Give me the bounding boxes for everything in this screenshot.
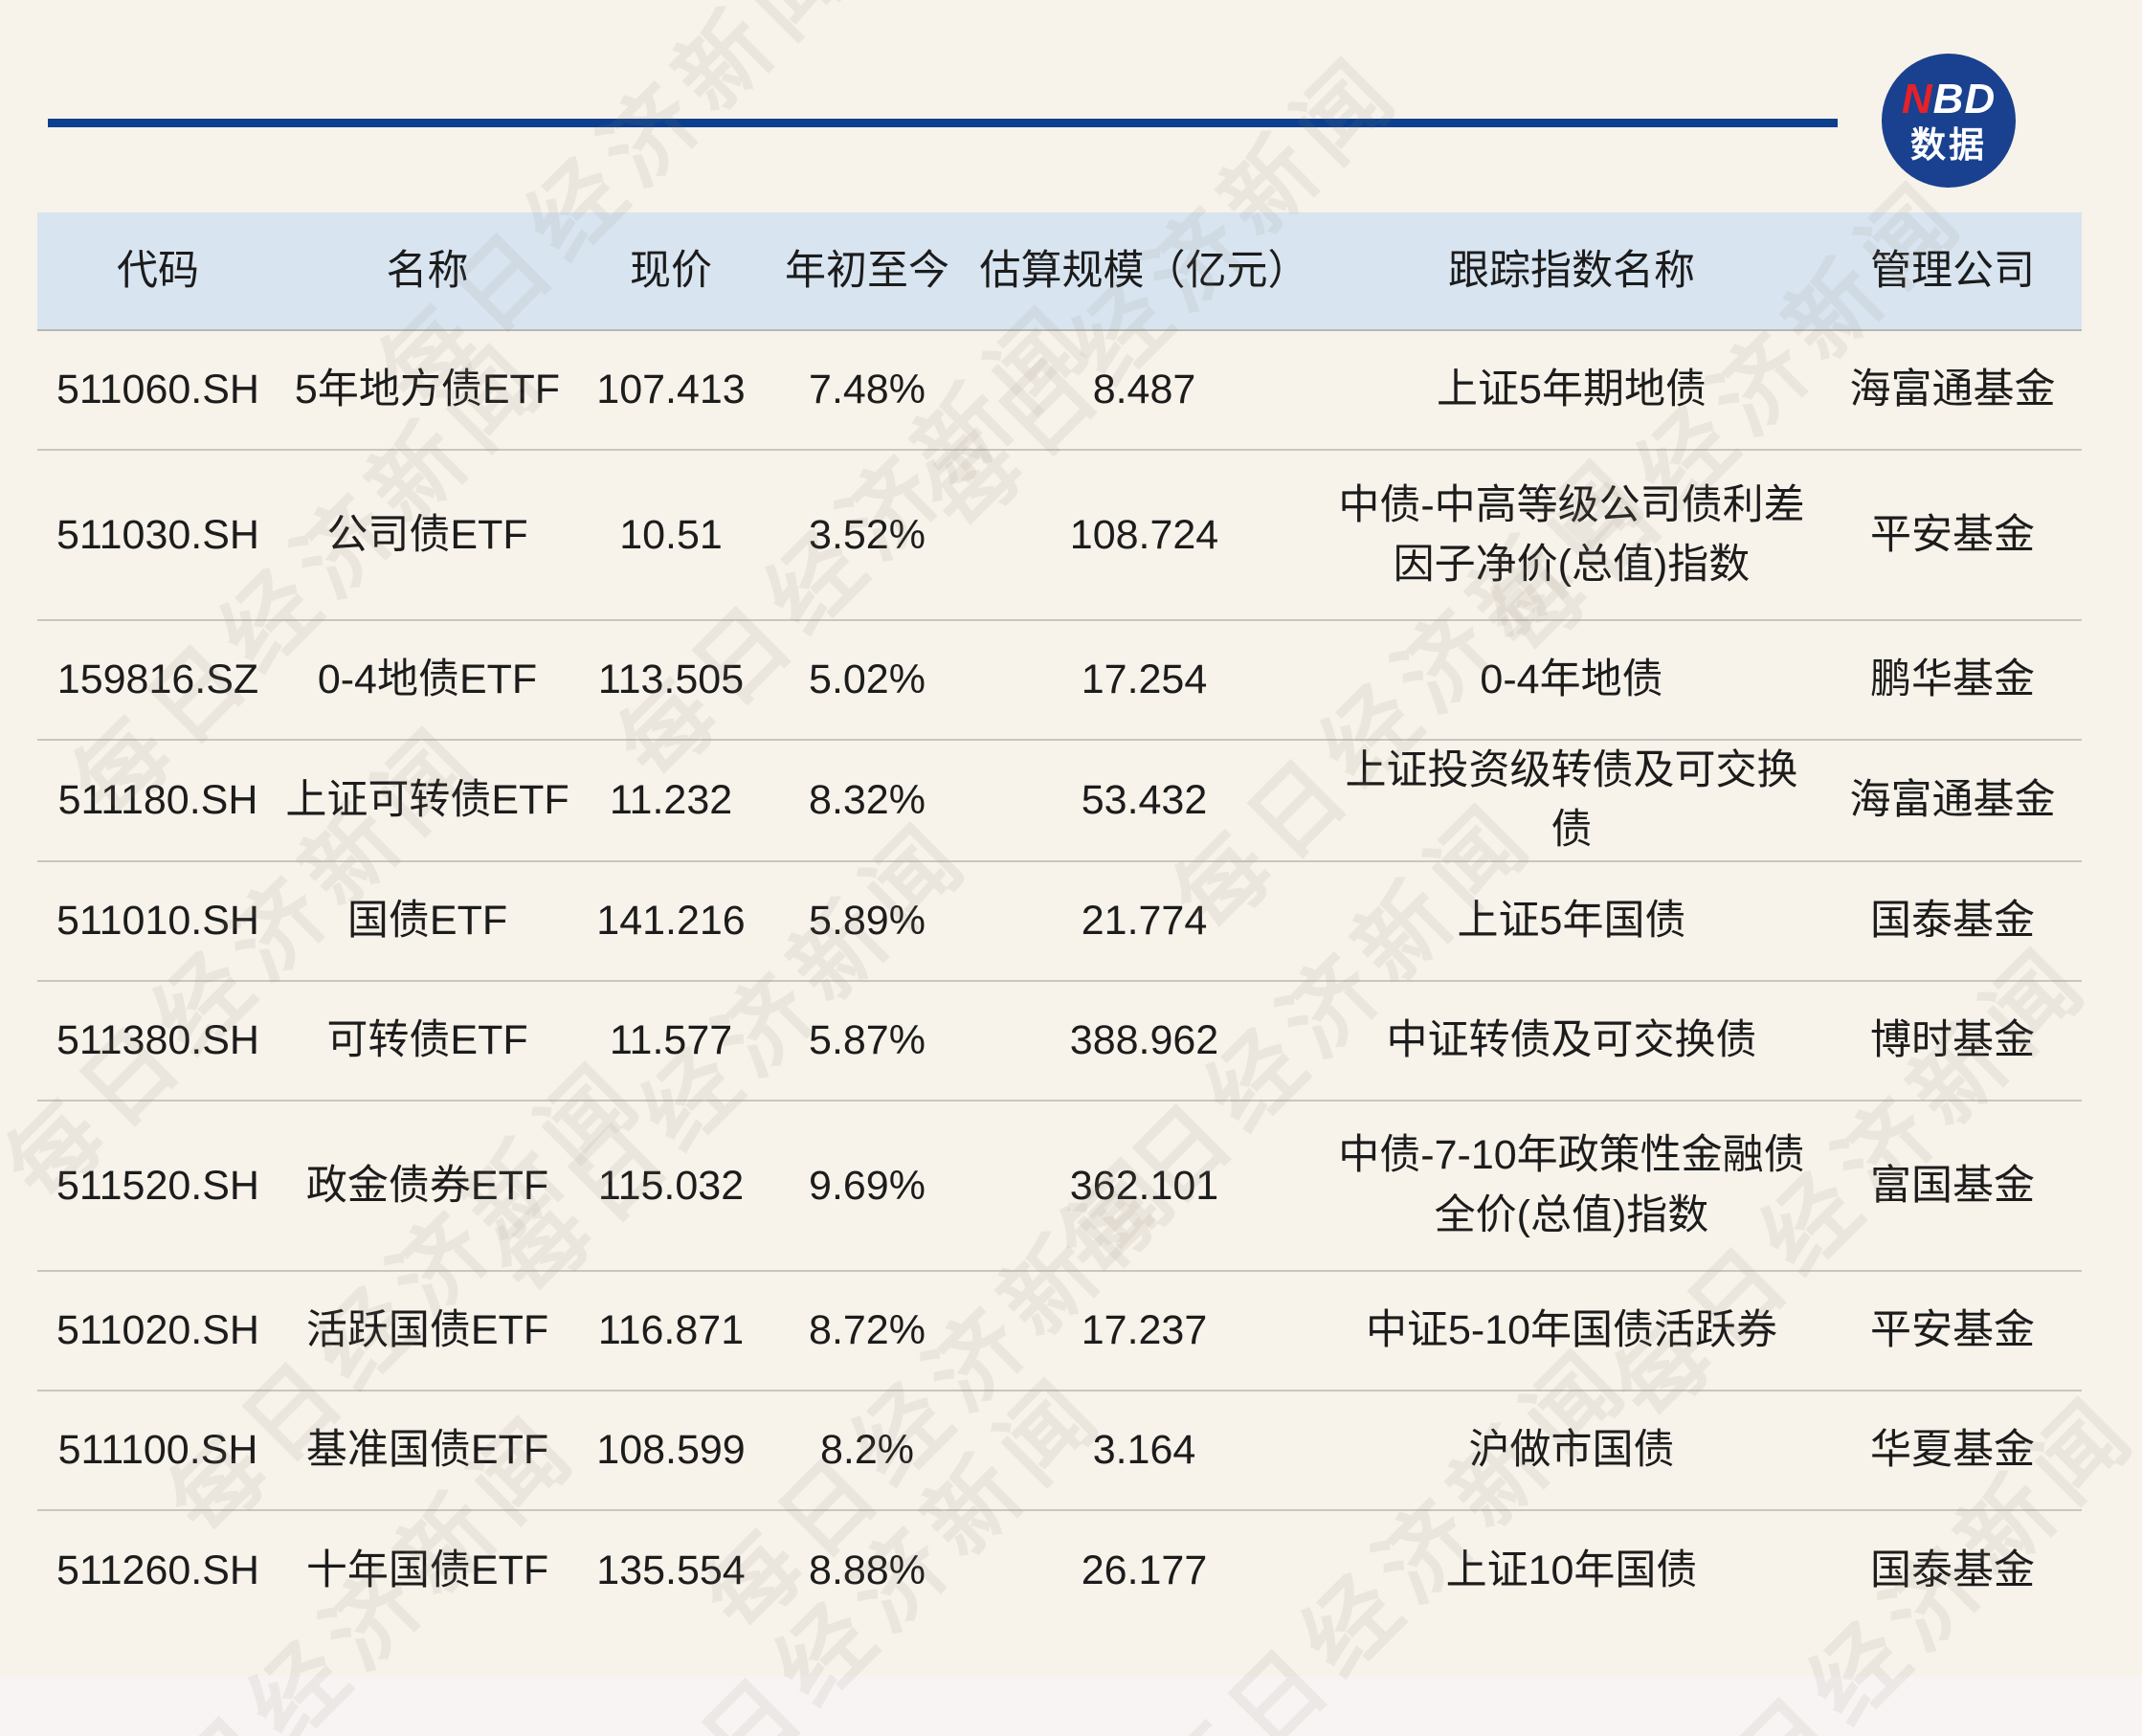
cell-code: 159816.SZ [37,620,279,740]
cell-company: 海富通基金 [1823,740,2082,861]
cell-price: 115.032 [576,1101,766,1271]
col-header-scale: 估算规模（亿元） [969,212,1320,330]
cell-name: 活跃国债ETF [279,1271,576,1391]
cell-company: 博时基金 [1823,981,2082,1101]
cell-index: 中债-7-10年政策性金融债 全价(总值)指数 [1320,1101,1823,1271]
logo-caption: 数据 [1910,127,1987,163]
cell-price: 116.871 [576,1271,766,1391]
col-header-index: 跟踪指数名称 [1320,212,1823,330]
cell-index: 沪做市国债 [1320,1391,1823,1510]
table-row: 511010.SH 国债ETF 141.216 5.89% 21.774 上证5… [37,861,2082,981]
cell-index: 中证转债及可交换债 [1320,981,1823,1101]
cell-scale: 21.774 [969,861,1320,981]
cell-code: 511060.SH [37,330,279,450]
cell-ytd: 8.88% [766,1510,969,1630]
cell-ytd: 5.87% [766,981,969,1101]
cell-index: 上证投资级转债及可交换债 [1320,740,1823,861]
cell-name: 0-4地债ETF [279,620,576,740]
cell-price: 11.232 [576,740,766,861]
cell-company: 鹏华基金 [1823,620,2082,740]
col-header-company: 管理公司 [1823,212,2082,330]
cell-company: 华夏基金 [1823,1391,2082,1510]
table-row: 511520.SH 政金债券ETF 115.032 9.69% 362.101 … [37,1101,2082,1271]
cell-index: 上证10年国债 [1320,1510,1823,1630]
logo-letter-n: N [1902,76,1933,122]
logo-nbd-text: NBD [1902,78,1996,121]
cell-code: 511020.SH [37,1271,279,1391]
cell-scale: 8.487 [969,330,1320,450]
col-header-name: 名称 [279,212,576,330]
logo-letters-bd: BD [1933,76,1997,122]
cell-price: 11.577 [576,981,766,1101]
cell-name: 国债ETF [279,861,576,981]
cell-code: 511180.SH [37,740,279,861]
cell-ytd: 8.32% [766,740,969,861]
cell-company: 海富通基金 [1823,330,2082,450]
cell-code: 511380.SH [37,981,279,1101]
cell-scale: 17.237 [969,1271,1320,1391]
nbd-logo: NBD 数据 [1882,54,2016,188]
cell-company: 国泰基金 [1823,1510,2082,1630]
cell-price: 108.599 [576,1391,766,1510]
cell-name: 可转债ETF [279,981,576,1101]
table-row: 511100.SH 基准国债ETF 108.599 8.2% 3.164 沪做市… [37,1391,2082,1510]
cell-index: 上证5年期地债 [1320,330,1823,450]
cell-code: 511010.SH [37,861,279,981]
table-header-row: 代码 名称 现价 年初至今 估算规模（亿元） 跟踪指数名称 管理公司 [37,212,2082,330]
cell-ytd: 3.52% [766,450,969,620]
cell-scale: 17.254 [969,620,1320,740]
cell-name: 5年地方债ETF [279,330,576,450]
cell-index: 中债-中高等级公司债利差 因子净价(总值)指数 [1320,450,1823,620]
cell-scale: 53.432 [969,740,1320,861]
cell-code: 511520.SH [37,1101,279,1271]
cell-name: 公司债ETF [279,450,576,620]
etf-table: 代码 名称 现价 年初至今 估算规模（亿元） 跟踪指数名称 管理公司 51106… [37,212,2082,1630]
table-row: 511030.SH 公司债ETF 10.51 3.52% 108.724 中债-… [37,450,2082,620]
cell-name: 基准国债ETF [279,1391,576,1510]
cell-ytd: 7.48% [766,330,969,450]
cell-price: 107.413 [576,330,766,450]
cell-ytd: 5.02% [766,620,969,740]
infographic-page: NBD 数据 代码 名称 现价 年初至今 估算规模（亿元） 跟踪指数名称 管理公… [0,0,2142,1736]
accent-line [48,119,1838,127]
cell-company: 平安基金 [1823,1271,2082,1391]
cell-code: 511030.SH [37,450,279,620]
cell-scale: 362.101 [969,1101,1320,1271]
cell-scale: 3.164 [969,1391,1320,1510]
cell-ytd: 5.89% [766,861,969,981]
cell-name: 上证可转债ETF [279,740,576,861]
cell-code: 511100.SH [37,1391,279,1510]
cell-company: 平安基金 [1823,450,2082,620]
cell-company: 富国基金 [1823,1101,2082,1271]
cell-price: 135.554 [576,1510,766,1630]
col-header-code: 代码 [37,212,279,330]
cell-ytd: 9.69% [766,1101,969,1271]
table-row: 511060.SH 5年地方债ETF 107.413 7.48% 8.487 上… [37,330,2082,450]
cell-price: 141.216 [576,861,766,981]
cell-name: 十年国债ETF [279,1510,576,1630]
table-row: 511020.SH 活跃国债ETF 116.871 8.72% 17.237 中… [37,1271,2082,1391]
footer-strip [0,1677,2142,1736]
table-row: 511180.SH 上证可转债ETF 11.232 8.32% 53.432 上… [37,740,2082,861]
cell-ytd: 8.72% [766,1271,969,1391]
cell-code: 511260.SH [37,1510,279,1630]
col-header-ytd: 年初至今 [766,212,969,330]
table-row: 159816.SZ 0-4地债ETF 113.505 5.02% 17.254 … [37,620,2082,740]
cell-price: 113.505 [576,620,766,740]
cell-index: 上证5年国债 [1320,861,1823,981]
cell-scale: 26.177 [969,1510,1320,1630]
table-row: 511380.SH 可转债ETF 11.577 5.87% 388.962 中证… [37,981,2082,1101]
cell-scale: 108.724 [969,450,1320,620]
cell-company: 国泰基金 [1823,861,2082,981]
cell-ytd: 8.2% [766,1391,969,1510]
col-header-price: 现价 [576,212,766,330]
table-row: 511260.SH 十年国债ETF 135.554 8.88% 26.177 上… [37,1510,2082,1630]
cell-price: 10.51 [576,450,766,620]
cell-scale: 388.962 [969,981,1320,1101]
cell-name: 政金债券ETF [279,1101,576,1271]
cell-index: 0-4年地债 [1320,620,1823,740]
cell-index: 中证5-10年国债活跃券 [1320,1271,1823,1391]
